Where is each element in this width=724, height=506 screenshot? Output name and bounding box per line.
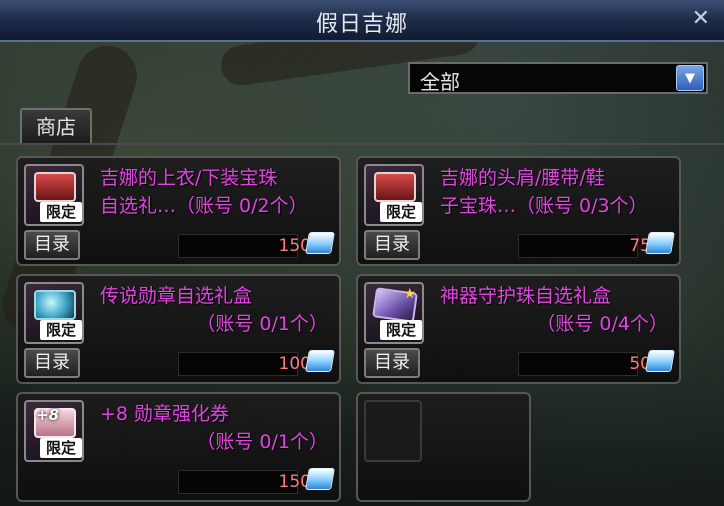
upgrade-ticket-icon[interactable]: +8 限定 — [24, 400, 84, 462]
cera-coin-icon — [305, 468, 335, 490]
empty-item-card — [356, 392, 531, 502]
window-title: 假日吉娜 — [315, 12, 408, 37]
item-name: 传说勋章自选礼盒 （账号 0/1个） — [100, 282, 332, 338]
cera-coin-icon — [305, 350, 335, 372]
shop-window: 假日吉娜 ✕ 全部 ▼ 商店 限定 吉娜的上衣/下装宝珠 自选礼…（账号 0/2… — [0, 0, 724, 506]
tab-shop[interactable]: 商店 — [20, 108, 92, 144]
cera-coin-icon — [645, 350, 675, 372]
item-price: 50 — [629, 354, 651, 374]
item-name: 吉娜的头肩/腰带/鞋 子宝珠…（账号 0/3个） — [440, 164, 672, 220]
cera-coin-icon — [645, 232, 675, 254]
category-filter-dropdown[interactable]: 全部 ▼ — [408, 62, 708, 94]
item-name: 神器守护珠自选礼盒 （账号 0/4个） — [440, 282, 672, 338]
item-name: 吉娜的上衣/下装宝珠 自选礼…（账号 0/2个） — [100, 164, 332, 220]
limited-badge: 限定 — [380, 202, 422, 222]
item-name-line2: （账号 0/4个） — [536, 313, 668, 335]
chevron-down-icon[interactable]: ▼ — [676, 65, 704, 91]
gift-box-icon[interactable]: 限定 — [364, 164, 424, 226]
item-name: +8 勋章强化券 （账号 0/1个） — [100, 400, 332, 456]
item-name-line2: 子宝珠…（账号 0/3个） — [440, 195, 648, 217]
medal-swirl-shape — [34, 290, 76, 320]
item-name-line1: 神器守护珠自选礼盒 — [440, 285, 612, 307]
gift-box-shape — [374, 172, 416, 202]
limited-badge: 限定 — [40, 438, 82, 458]
shop-item-card[interactable]: 限定 传说勋章自选礼盒 （账号 0/1个） 目录 100 — [16, 274, 341, 384]
empty-slot — [364, 400, 422, 462]
upgrade-level-text: +8 — [36, 406, 60, 424]
crystal-box-icon[interactable]: ★ 限定 — [364, 282, 424, 344]
close-icon[interactable]: ✕ — [692, 6, 710, 31]
medal-swirl-icon[interactable]: 限定 — [24, 282, 84, 344]
shop-item-card[interactable]: 限定 吉娜的上衣/下装宝珠 自选礼…（账号 0/2个） 目录 150 — [16, 156, 341, 266]
item-price: 150 — [278, 236, 311, 256]
tab-divider — [0, 143, 724, 145]
item-name-line2: （账号 0/1个） — [196, 431, 328, 453]
gift-box-icon[interactable]: 限定 — [24, 164, 84, 226]
title-bar[interactable]: 假日吉娜 ✕ — [0, 0, 724, 42]
limited-badge: 限定 — [40, 320, 82, 340]
limited-badge: 限定 — [40, 202, 82, 222]
limited-badge: 限定 — [380, 320, 422, 340]
item-price: 150 — [278, 472, 311, 492]
item-name-line1: 吉娜的头肩/腰带/鞋 — [440, 167, 605, 189]
filter-selected-value: 全部 — [420, 70, 460, 94]
catalog-button[interactable]: 目录 — [364, 348, 420, 378]
catalog-button[interactable]: 目录 — [24, 230, 80, 260]
item-name-line1: +8 勋章强化券 — [100, 403, 230, 425]
star-icon: ★ — [403, 286, 416, 302]
shop-item-card[interactable]: 限定 吉娜的头肩/腰带/鞋 子宝珠…（账号 0/3个） 目录 75 — [356, 156, 681, 266]
item-name-line2: 自选礼…（账号 0/2个） — [100, 195, 308, 217]
shop-item-card[interactable]: ★ 限定 神器守护珠自选礼盒 （账号 0/4个） 目录 50 — [356, 274, 681, 384]
gift-box-shape — [34, 172, 76, 202]
item-price: 75 — [629, 236, 651, 256]
item-price: 100 — [278, 354, 311, 374]
item-name-line1: 吉娜的上衣/下装宝珠 — [100, 167, 278, 189]
catalog-button[interactable]: 目录 — [364, 230, 420, 260]
catalog-button[interactable]: 目录 — [24, 348, 80, 378]
item-name-line2: （账号 0/1个） — [196, 313, 328, 335]
cera-coin-icon — [305, 232, 335, 254]
item-name-line1: 传说勋章自选礼盒 — [100, 285, 253, 307]
shop-item-card[interactable]: +8 限定 +8 勋章强化券 （账号 0/1个） 150 — [16, 392, 341, 502]
